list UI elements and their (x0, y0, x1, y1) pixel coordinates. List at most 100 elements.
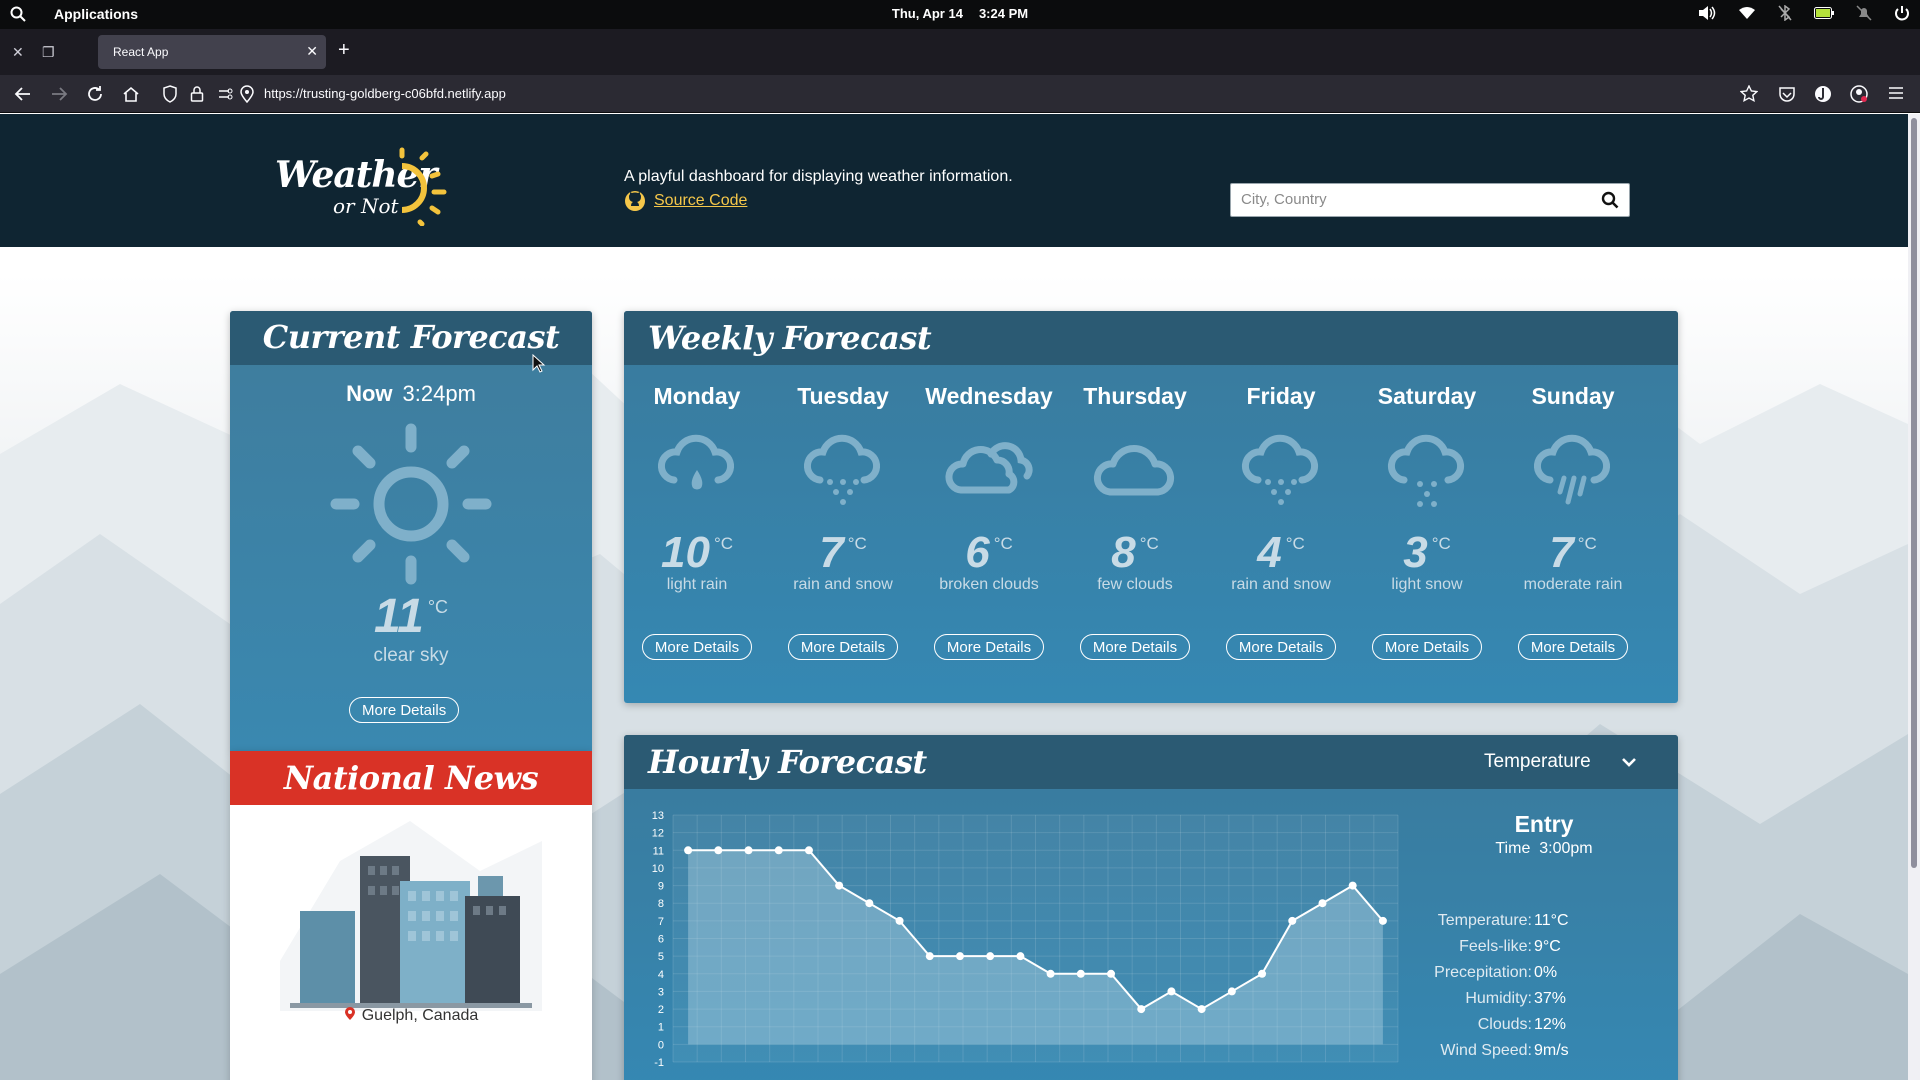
reload-icon[interactable] (86, 85, 104, 103)
day-temp-value: 7 (819, 528, 844, 577)
forward-icon[interactable] (50, 85, 68, 103)
battery-icon[interactable] (1814, 7, 1834, 19)
city-buildings-illustration (280, 821, 542, 1011)
day-name: Thursday (1083, 383, 1187, 409)
logo[interactable]: Weather or Not (270, 144, 450, 228)
chart-data-point[interactable] (1107, 969, 1116, 978)
day-name: Saturday (1377, 383, 1477, 409)
url-text: https://trusting-goldberg-c06bfd.netlify… (264, 86, 506, 101)
day-temp-unit: °C (1577, 534, 1597, 553)
close-window-icon[interactable]: ✕ (12, 44, 24, 61)
chart-y-tick-label: 13 (652, 810, 664, 822)
logo-sun-icon (399, 147, 447, 226)
chart-data-point[interactable] (835, 881, 844, 890)
clock[interactable]: Thu, Apr 14 3:24 PM (0, 6, 1920, 21)
tab-title: React App (113, 45, 169, 59)
day-temperature: 4 °C (1208, 528, 1354, 578)
search-icon[interactable] (1601, 191, 1619, 209)
chart-y-tick-label: 7 (658, 916, 664, 928)
scrollbar-thumb[interactable] (1911, 118, 1917, 868)
new-tab-icon[interactable]: + (338, 39, 350, 62)
entry-key: Feels-like: (1459, 938, 1532, 955)
chart-data-point[interactable] (1016, 952, 1025, 961)
browser-tab[interactable]: React App ✕ (98, 35, 326, 69)
notifications-off-icon[interactable] (1856, 5, 1872, 21)
hourly-forecast-title: Hourly Forecast (648, 743, 927, 781)
chart-data-point[interactable] (865, 899, 874, 908)
current-condition: clear sky (373, 645, 449, 666)
chart-data-point[interactable] (1227, 987, 1236, 996)
chart-data-point[interactable] (804, 846, 813, 855)
current-more-details-button[interactable]: More Details (349, 697, 460, 723)
bookmark-star-icon[interactable] (1740, 85, 1758, 103)
current-temp-unit: °C (427, 597, 449, 617)
power-icon[interactable] (1894, 5, 1910, 21)
chart-data-point[interactable] (1167, 987, 1176, 996)
chart-data-point[interactable] (744, 846, 753, 855)
chart-data-point[interactable] (895, 916, 904, 925)
tab-close-icon[interactable]: ✕ (306, 43, 318, 60)
chart-data-point[interactable] (774, 846, 783, 855)
chart-y-tick-label: 11 (653, 845, 664, 857)
chart-data-point[interactable] (1258, 969, 1267, 978)
thursday-more-details-button[interactable]: More Details (1079, 634, 1191, 660)
location-pin-icon[interactable] (240, 85, 254, 103)
chart-data-point[interactable] (1076, 969, 1085, 978)
friday-more-details-button[interactable]: More Details (1225, 634, 1337, 660)
date: Thu, Apr 14 (891, 6, 963, 21)
wifi-icon[interactable] (1738, 6, 1756, 20)
tuesday-more-details-button[interactable]: More Details (787, 634, 899, 660)
chart-data-point[interactable] (714, 846, 723, 855)
extension-icon[interactable] (1814, 85, 1832, 103)
page-scrollbar[interactable] (1908, 114, 1920, 1080)
hourly-forecast-card: Hourly Forecast Temperature 13 12 11 10 9 8 7 6… (624, 735, 1678, 1080)
news-location: Guelph, Canada (230, 1007, 592, 1025)
source-code-link[interactable]: Source Code (624, 190, 747, 212)
metric-select[interactable]: Temperature (1484, 751, 1637, 773)
current-temp-value: 11 (373, 590, 424, 643)
day-temp-unit: °C (993, 534, 1013, 553)
entry-value: 12% (1534, 1016, 1567, 1033)
day-temp-value: 8 (1111, 528, 1136, 577)
search-input[interactable] (1241, 191, 1581, 208)
entry-row: Feels-like: 9°C (1424, 934, 1664, 960)
restore-window-icon[interactable]: ❐ (42, 44, 55, 61)
sunday-more-details-button[interactable]: More Details (1517, 634, 1629, 660)
wednesday-more-details-button[interactable]: More Details (933, 634, 1045, 660)
chart-data-point[interactable] (1137, 1005, 1146, 1014)
account-icon[interactable] (1850, 85, 1868, 103)
chart-data-point[interactable] (1197, 1005, 1206, 1014)
source-code-label: Source Code (654, 192, 748, 209)
chart-data-point[interactable] (955, 952, 964, 961)
back-icon[interactable] (14, 85, 32, 103)
chart-data-point[interactable] (986, 952, 995, 961)
tagline: A playful dashboard for displaying weath… (624, 168, 1013, 185)
lock-icon[interactable] (190, 85, 204, 103)
hamburger-menu-icon[interactable] (1888, 85, 1904, 101)
chart-data-point[interactable] (1046, 969, 1055, 978)
pocket-icon[interactable] (1778, 85, 1796, 103)
chart-data-point[interactable] (925, 952, 934, 961)
chart-data-point[interactable] (1318, 899, 1327, 908)
day-column-wednesday: Wednesday 6 °C broken clouds More Details (916, 365, 1062, 660)
browser-tab-bar: ✕ ❐ React App ✕ + (0, 29, 1920, 75)
chart-data-point[interactable] (1288, 916, 1297, 925)
home-icon[interactable] (122, 85, 140, 103)
chart-y-tick-label: 8 (658, 898, 664, 910)
permissions-icon[interactable] (218, 85, 234, 103)
chart-y-tick-label: 5 (658, 951, 664, 963)
address-bar[interactable]: https://trusting-goldberg-c06bfd.netlify… (264, 86, 506, 101)
chart-data-point[interactable] (684, 846, 693, 855)
monday-more-details-button[interactable]: More Details (641, 634, 753, 660)
saturday-more-details-button[interactable]: More Details (1371, 634, 1483, 660)
current-time: 3:24pm (402, 381, 476, 406)
volume-icon[interactable] (1698, 5, 1716, 21)
bluetooth-off-icon[interactable] (1778, 5, 1792, 21)
chart-data-point[interactable] (1378, 916, 1387, 925)
chart-data-point[interactable] (1348, 881, 1357, 890)
day-name: Monday (653, 383, 741, 409)
rain-drop-icon (624, 432, 770, 522)
day-name: Sunday (1531, 383, 1615, 409)
shield-icon[interactable] (162, 85, 178, 103)
current-forecast-card: Current Forecast Now 3:24pm 11 °C clear sk… (230, 311, 592, 751)
